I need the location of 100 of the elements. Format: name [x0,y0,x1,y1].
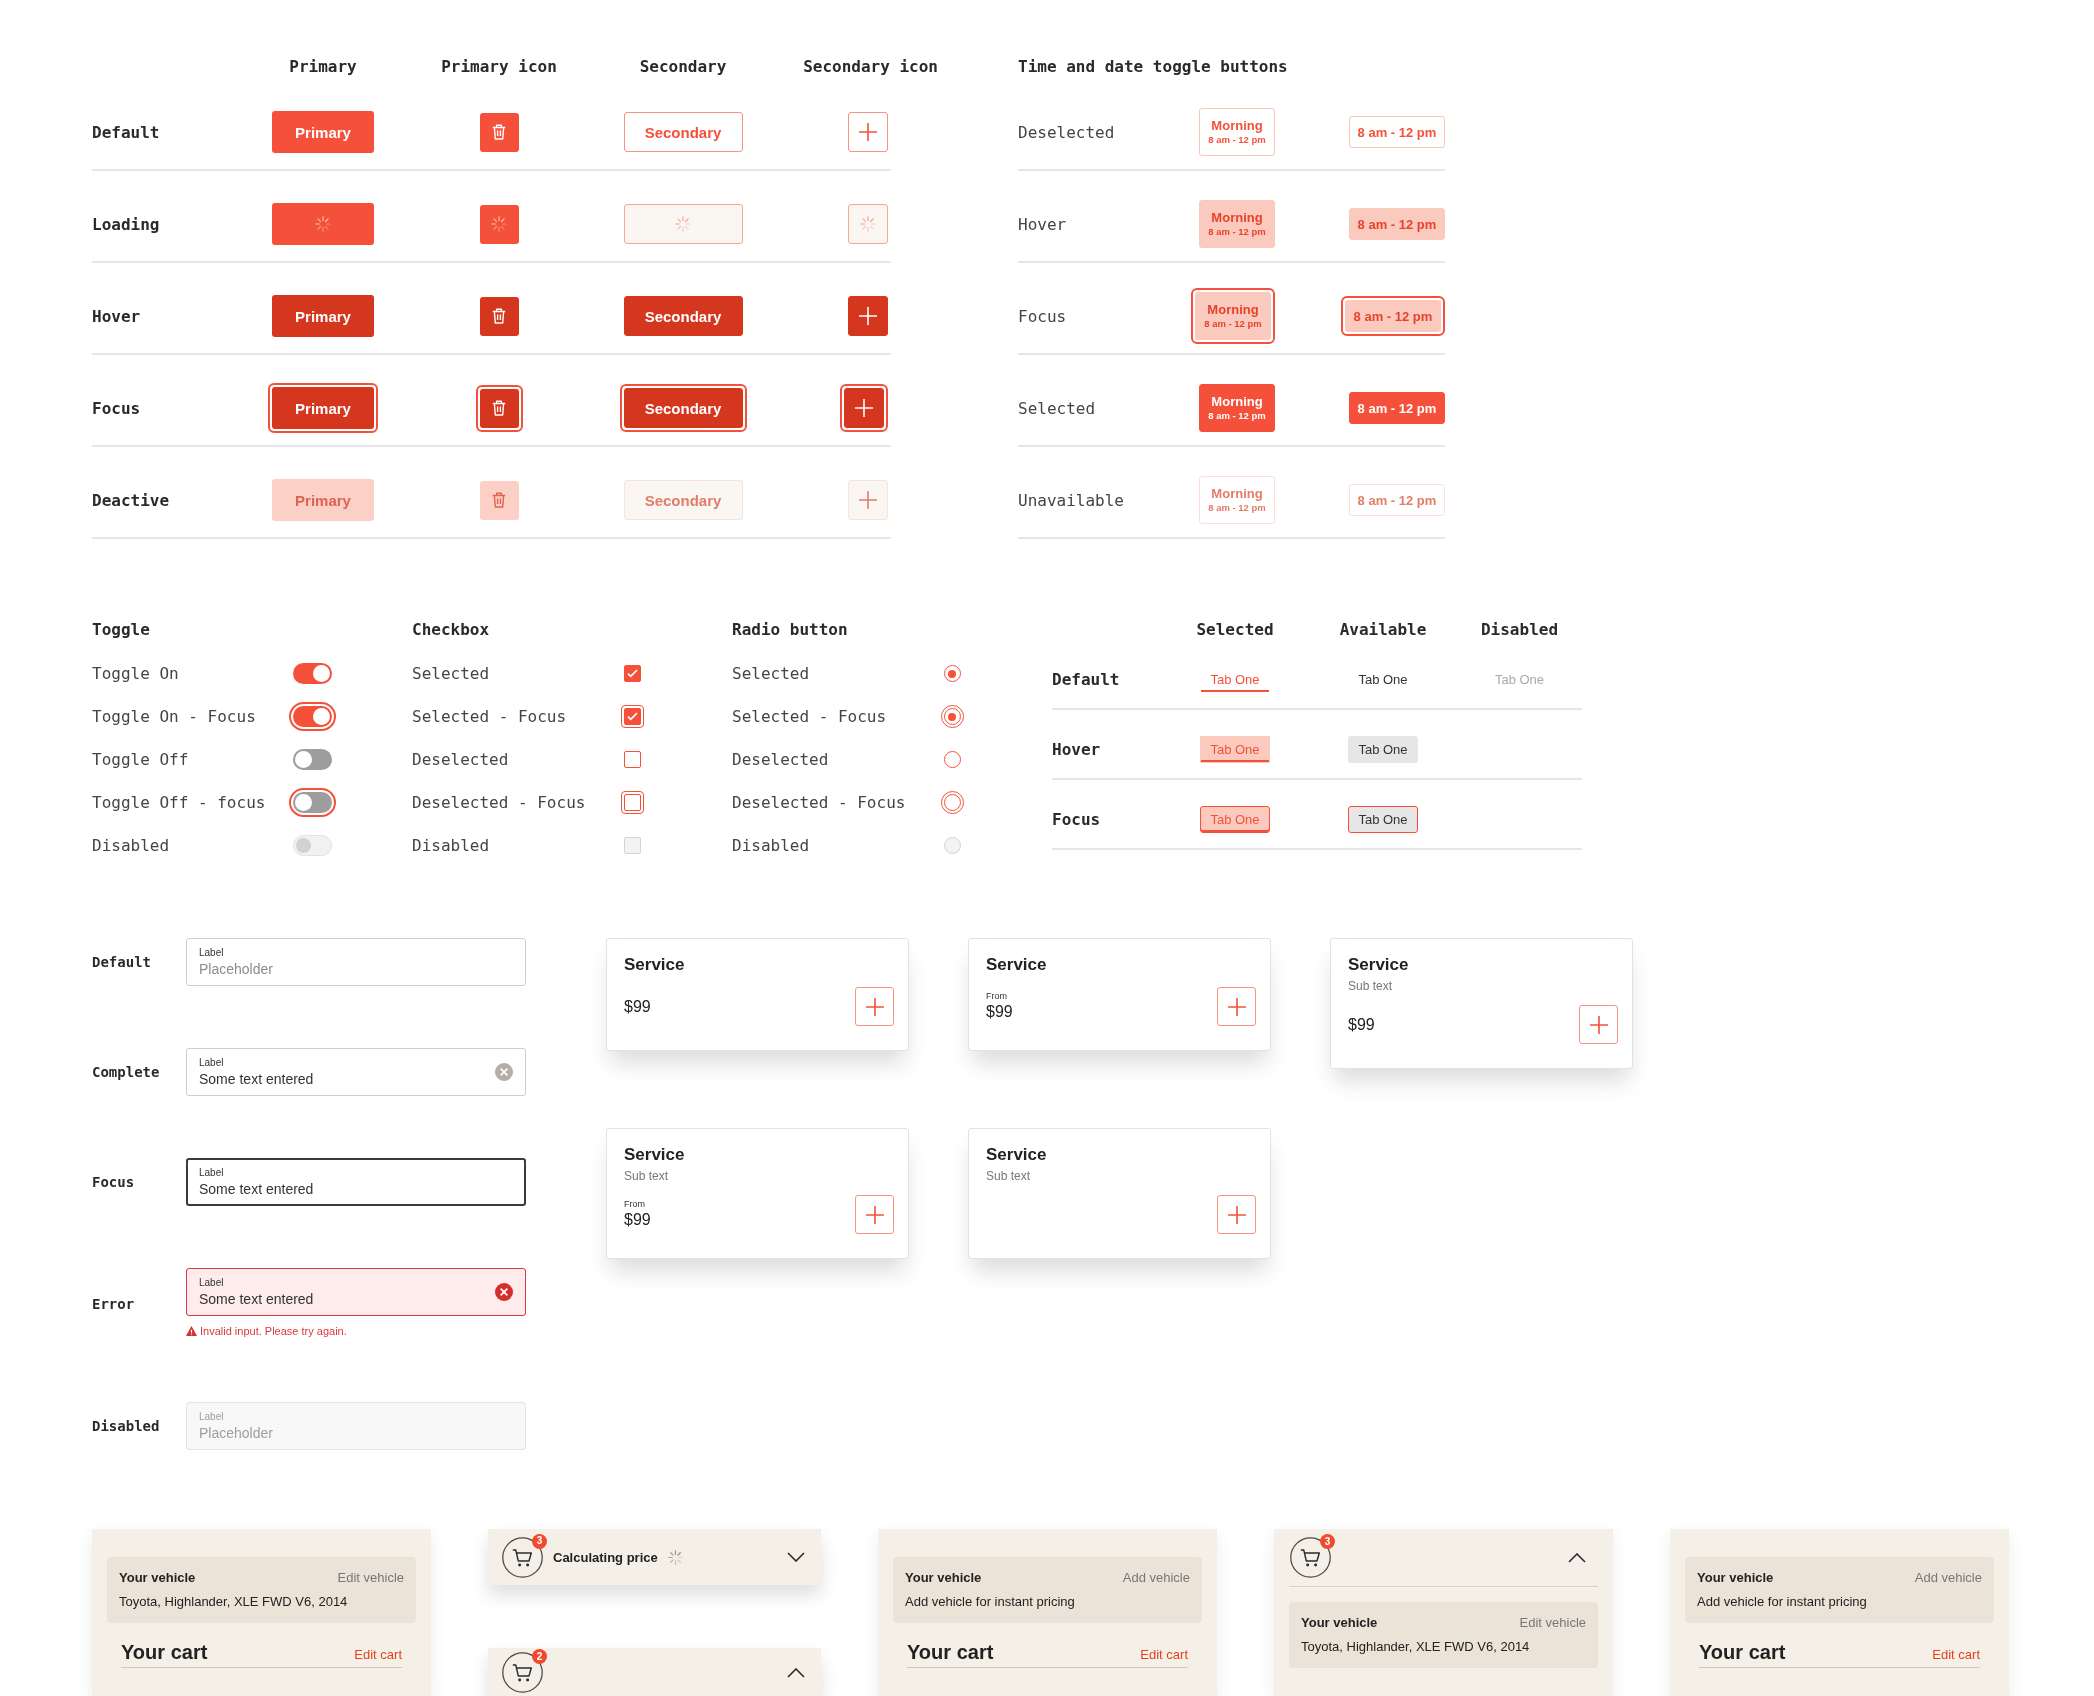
vehicle-link[interactable]: Edit vehicle [337,1570,404,1585]
time-slot-button[interactable]: Morning 8 am - 12 pm [1191,288,1275,344]
option-label: Disabled [732,836,810,855]
checkbox[interactable] [623,751,641,768]
add-button[interactable] [855,1195,894,1234]
tab[interactable]: Tab One [1200,665,1270,693]
error-message: Invalid input. Please try again. [200,1325,347,1337]
cart-bar[interactable]: 3 Calculating price [488,1529,821,1585]
card-title: Service [986,954,1047,976]
time-slot-button[interactable]: Morning 8 am - 12 pm [1199,200,1275,248]
checkbox[interactable] [623,665,641,682]
state-label: Unavailable [1018,490,1125,510]
option-label: Deselected - Focus [732,793,906,812]
toggle-switch[interactable] [292,749,332,770]
add-button[interactable] [848,112,888,152]
state-label: Hover [92,306,142,326]
vehicle-link[interactable]: Add vehicle [1914,1570,1982,1585]
add-button[interactable] [1217,987,1256,1026]
price: $99 [624,1210,651,1230]
price: $99 [624,996,651,1017]
add-button[interactable] [855,987,894,1026]
time-range-button[interactable]: 8 am - 12 pm [1349,208,1445,240]
vehicle-heading: Your vehicle [119,1570,196,1585]
price-caption: From [986,991,1007,1002]
price-caption: From [624,1199,645,1210]
time-range-button[interactable]: 8 am - 12 pm [1341,296,1445,336]
plus-icon [864,1204,885,1225]
primary-button[interactable]: Primary [272,295,374,337]
vehicle-heading: Your vehicle [1301,1615,1378,1630]
time-range-button[interactable]: 8 am - 12 pm [1349,116,1445,148]
time-range-button[interactable]: 8 am - 12 pm [1349,392,1445,424]
delete-button[interactable] [479,112,519,152]
add-button[interactable] [848,296,888,336]
add-button[interactable] [1217,1195,1256,1234]
toggle-switch[interactable] [288,702,336,731]
delete-button[interactable] [475,384,523,432]
radio-button[interactable] [943,665,961,682]
checkmark-icon [626,669,638,678]
state-label: Hover [1018,214,1068,234]
secondary-button[interactable] [623,204,743,244]
tab[interactable]: Tab One [1348,735,1418,763]
chevron-up-icon[interactable] [1568,1552,1586,1563]
plus-icon [858,490,878,510]
tab[interactable]: Tab One [1348,665,1418,693]
option-label: Disabled [92,836,170,855]
spinner-icon [675,216,691,232]
toggle-switch[interactable] [288,788,336,817]
add-button[interactable] [840,384,888,432]
text-field[interactable]: Label Some text entered [186,1268,526,1316]
price: $99 [1348,1014,1375,1035]
spinner-icon [491,216,507,232]
cart-icon[interactable] [502,1536,543,1578]
cart-link[interactable]: Edit cart [354,1647,402,1662]
clear-icon[interactable] [495,1283,513,1301]
secondary-button[interactable]: Secondary [623,296,743,336]
vehicle-link[interactable]: Edit vehicle [1519,1615,1586,1630]
option-label: Deselected - Focus [412,793,586,812]
state-label: Default [92,954,152,970]
text-field[interactable]: Label Some text entered [186,1158,526,1206]
trash-icon [492,492,506,508]
text-field[interactable]: Label Some text entered [186,1048,526,1096]
tab[interactable]: Tab One [1348,805,1418,833]
cart-link[interactable]: Edit cart [1140,1647,1188,1662]
time-slot-button[interactable]: Morning 8 am - 12 pm [1199,108,1275,156]
checkbox[interactable] [620,791,644,814]
option-label: Toggle On [92,664,179,683]
state-label: Deactive [92,490,171,510]
primary-button[interactable]: Primary [268,383,378,433]
status-text: Calculating price [553,1549,658,1565]
primary-button[interactable]: Primary [272,111,374,153]
cart-bar[interactable]: 2 [488,1648,821,1696]
checkbox[interactable] [620,705,644,728]
add-button[interactable] [1579,1005,1618,1044]
state-label: Default [92,122,161,142]
cart-icon[interactable] [1290,1537,1331,1578]
plus-icon [858,306,878,326]
card-subtitle: Sub text [624,1168,669,1184]
time-slot-button[interactable]: Morning 8 am - 12 pm [1199,384,1275,432]
radio-button[interactable] [940,705,964,728]
tab[interactable]: Tab One [1200,805,1270,833]
chevron-up-icon[interactable] [787,1668,805,1678]
tab[interactable]: Tab One [1200,735,1270,763]
cart-icon[interactable] [502,1652,543,1693]
toggle-switch[interactable] [292,663,332,684]
plus-icon [1226,1204,1247,1225]
secondary-button[interactable]: Secondary [623,112,743,152]
state-label: Selected [1018,398,1097,418]
chevron-down-icon[interactable] [787,1552,805,1562]
plus-icon [864,996,885,1017]
secondary-button[interactable]: Secondary [619,384,747,432]
delete-button[interactable] [479,296,519,336]
clear-icon[interactable] [495,1063,513,1081]
radio-button[interactable] [943,751,961,768]
cart-link[interactable]: Edit cart [1932,1647,1980,1662]
delete-button[interactable] [479,204,519,244]
vehicle-link[interactable]: Add vehicle [1122,1570,1190,1585]
text-field[interactable]: Label Placeholder [186,938,526,986]
option-label: Selected [732,664,810,683]
cart-heading: Your cart [1699,1641,1786,1664]
radio-button[interactable] [940,791,964,814]
